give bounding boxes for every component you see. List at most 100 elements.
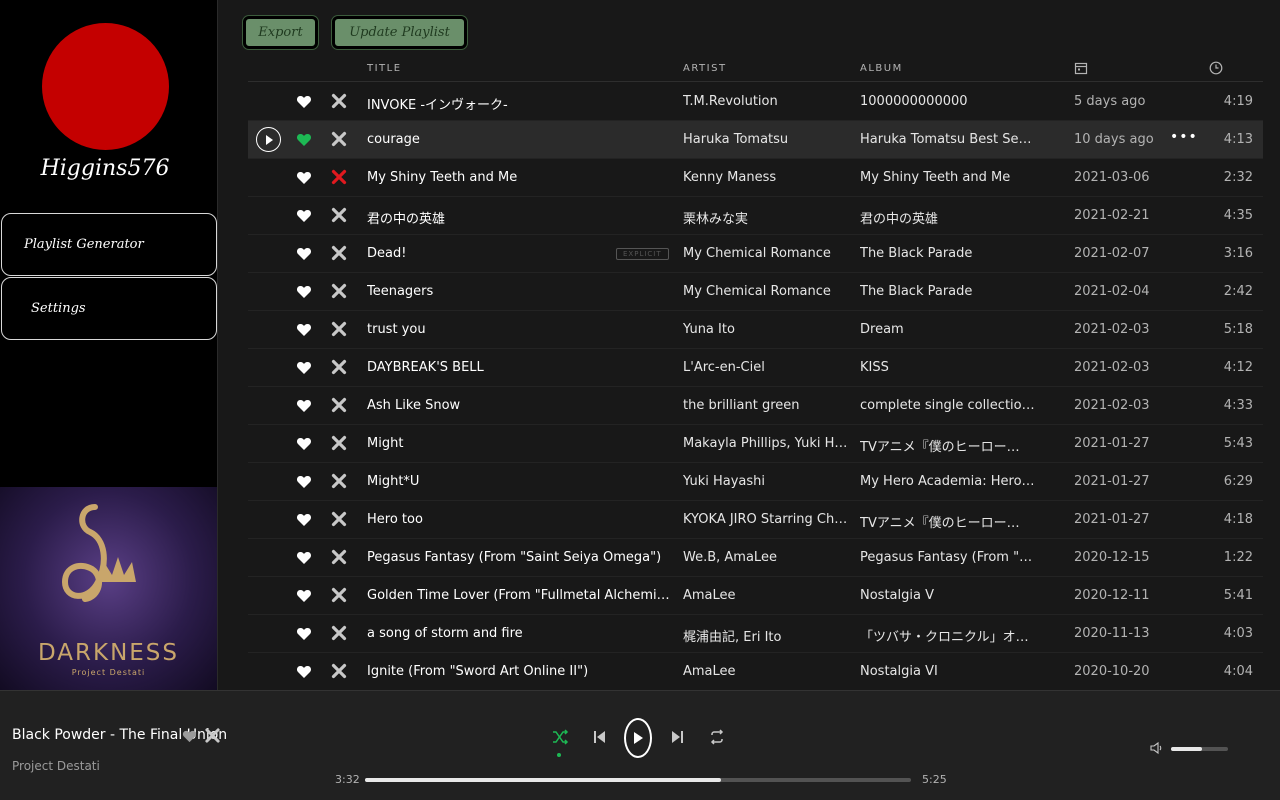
remove-x-icon[interactable]	[331, 587, 347, 603]
like-heart-icon[interactable]	[296, 170, 312, 186]
next-track-icon[interactable]	[669, 728, 687, 746]
track-title[interactable]: DAYBREAK'S BELL	[367, 360, 672, 375]
remove-x-icon[interactable]	[331, 93, 347, 109]
remove-x-icon[interactable]	[331, 283, 347, 299]
track-title[interactable]: Ignite (From "Sword Art Online II")	[367, 664, 672, 679]
like-heart-icon[interactable]	[296, 512, 312, 528]
table-row[interactable]: Golden Time Lover (From "Fullmetal Alche…	[248, 577, 1263, 615]
table-row[interactable]: My Shiny Teeth and Me Kenny Maness My Shin…	[248, 159, 1263, 197]
remove-x-icon[interactable]	[331, 549, 347, 565]
header-album[interactable]: ALBUM	[860, 63, 903, 74]
nav-playlist-generator[interactable]: Playlist Generator	[1, 213, 217, 276]
nav-settings[interactable]: Settings	[1, 277, 217, 340]
track-album[interactable]: Pegasus Fantasy (From "S…	[860, 550, 1035, 565]
previous-track-icon[interactable]	[590, 728, 608, 746]
like-heart-icon[interactable]	[296, 94, 312, 110]
track-artist[interactable]: T.M.Revolution	[683, 94, 851, 109]
track-album[interactable]: TVアニメ『僕のヒーロー…	[860, 512, 1035, 531]
avatar[interactable]	[42, 23, 169, 150]
track-album[interactable]: 君の中の英雄	[860, 208, 1035, 227]
remove-x-icon[interactable]	[331, 511, 347, 527]
remove-x-icon[interactable]	[331, 359, 347, 375]
track-album[interactable]: TVアニメ『僕のヒーロー…	[860, 436, 1035, 455]
track-artist[interactable]: Haruka Tomatsu	[683, 132, 851, 147]
like-heart-icon[interactable]	[296, 550, 312, 566]
table-row[interactable]: Hero too KYOKA JIRO Starring Chri… TVアニメ『僕…	[248, 501, 1263, 539]
track-title[interactable]: courage	[367, 132, 672, 147]
track-title[interactable]: Teenagers	[367, 284, 672, 299]
track-artist[interactable]: We.B, AmaLee	[683, 550, 851, 565]
track-artist[interactable]: AmaLee	[683, 588, 851, 603]
track-artist[interactable]: My Chemical Romance	[683, 284, 851, 299]
remove-x-icon[interactable]	[331, 473, 347, 489]
track-title[interactable]: trust you	[367, 322, 672, 337]
track-album[interactable]: 1000000000000	[860, 94, 1035, 109]
more-options-icon[interactable]: •••	[1170, 129, 1198, 145]
track-artist[interactable]: 梶浦由記, Eri Ito	[683, 626, 851, 645]
track-title[interactable]: Ash Like Snow	[367, 398, 672, 413]
table-row[interactable]: DAYBREAK'S BELL L'Arc-en-Ciel KISS 2021-02-…	[248, 349, 1263, 387]
remove-x-icon[interactable]	[331, 435, 347, 451]
table-row[interactable]: Teenagers My Chemical Romance The Black Pa…	[248, 273, 1263, 311]
track-artist[interactable]: the brilliant green	[683, 398, 851, 413]
track-artist[interactable]: Yuna Ito	[683, 322, 851, 337]
like-heart-icon[interactable]	[296, 246, 312, 262]
table-row[interactable]: Ignite (From "Sword Art Online II") AmaLe…	[248, 653, 1263, 691]
remove-x-icon[interactable]	[331, 663, 347, 679]
like-heart-icon[interactable]	[296, 398, 312, 414]
table-row[interactable]: Ash Like Snow the brilliant green complete…	[248, 387, 1263, 425]
track-album[interactable]: My Shiny Teeth and Me	[860, 170, 1035, 185]
track-title[interactable]: 君の中の英雄	[367, 208, 672, 227]
remove-x-icon[interactable]	[331, 131, 347, 147]
volume-icon[interactable]	[1150, 741, 1164, 755]
track-artist[interactable]: My Chemical Romance	[683, 246, 851, 261]
row-play-button[interactable]	[256, 127, 281, 152]
remove-x-icon[interactable]	[331, 245, 347, 261]
track-album[interactable]: My Hero Academia: Hero…	[860, 474, 1035, 489]
track-title[interactable]: Might*U	[367, 474, 672, 489]
clock-icon[interactable]	[1209, 61, 1223, 75]
track-title[interactable]: Might	[367, 436, 672, 451]
table-row[interactable]: a song of storm and fire 梶浦由記, Eri Ito 「ツバ…	[248, 615, 1263, 653]
track-album[interactable]: complete single collection…	[860, 398, 1035, 413]
table-row[interactable]: courage Haruka Tomatsu Haruka Tomatsu Best…	[248, 121, 1263, 159]
header-title[interactable]: TITLE	[367, 63, 402, 74]
track-title[interactable]: a song of storm and fire	[367, 626, 672, 641]
table-row[interactable]: trust you Yuna Ito Dream 2021-02-03 5:18	[248, 311, 1263, 349]
track-album[interactable]: The Black Parade	[860, 246, 1035, 261]
like-heart-icon[interactable]	[296, 284, 312, 300]
like-heart-icon[interactable]	[296, 626, 312, 642]
remove-x-icon[interactable]	[331, 321, 347, 337]
remove-x-icon[interactable]	[331, 625, 347, 641]
remove-x-icon[interactable]	[331, 207, 347, 223]
table-row[interactable]: INVOKE -インヴォーク- T.M.Revolution 10000000000…	[248, 83, 1263, 121]
calendar-icon[interactable]	[1074, 61, 1088, 75]
remove-x-icon[interactable]	[331, 169, 347, 185]
remove-x-icon[interactable]	[331, 397, 347, 413]
like-heart-icon[interactable]	[296, 322, 312, 338]
track-artist[interactable]: AmaLee	[683, 664, 851, 679]
remove-x-icon[interactable]	[205, 728, 220, 743]
track-album[interactable]: Nostalgia V	[860, 588, 1035, 603]
track-artist[interactable]: Kenny Maness	[683, 170, 851, 185]
volume-slider[interactable]	[1171, 747, 1228, 751]
track-title[interactable]: INVOKE -インヴォーク-	[367, 94, 672, 113]
track-title[interactable]: Hero too	[367, 512, 672, 527]
track-artist[interactable]: L'Arc-en-Ciel	[683, 360, 851, 375]
like-heart-icon[interactable]	[296, 132, 312, 148]
now-playing-artist[interactable]: Project Destati	[12, 759, 100, 773]
track-artist[interactable]: Makayla Phillips, Yuki Hay…	[683, 436, 851, 451]
track-title[interactable]: Pegasus Fantasy (From "Saint Seiya Omega…	[367, 550, 672, 565]
table-row[interactable]: Might Makayla Phillips, Yuki Hay… TVアニメ『僕の…	[248, 425, 1263, 463]
table-row[interactable]: Pegasus Fantasy (From "Saint Seiya Omega…	[248, 539, 1263, 577]
table-row[interactable]: Dead! EXPLICIT My Chemical Romance The Blac…	[248, 235, 1263, 273]
header-artist[interactable]: ARTIST	[683, 63, 727, 74]
progress-bar[interactable]	[365, 778, 911, 782]
like-heart-icon[interactable]	[296, 436, 312, 452]
table-row[interactable]: 君の中の英雄 栗林みな実 君の中の英雄 2021-02-21 4:35	[248, 197, 1263, 235]
track-album[interactable]: Dream	[860, 322, 1035, 337]
like-heart-icon[interactable]	[296, 664, 312, 680]
like-heart-icon[interactable]	[296, 588, 312, 604]
update-playlist-button[interactable]: Update Playlist	[332, 16, 467, 49]
export-button[interactable]: Export	[243, 16, 318, 49]
